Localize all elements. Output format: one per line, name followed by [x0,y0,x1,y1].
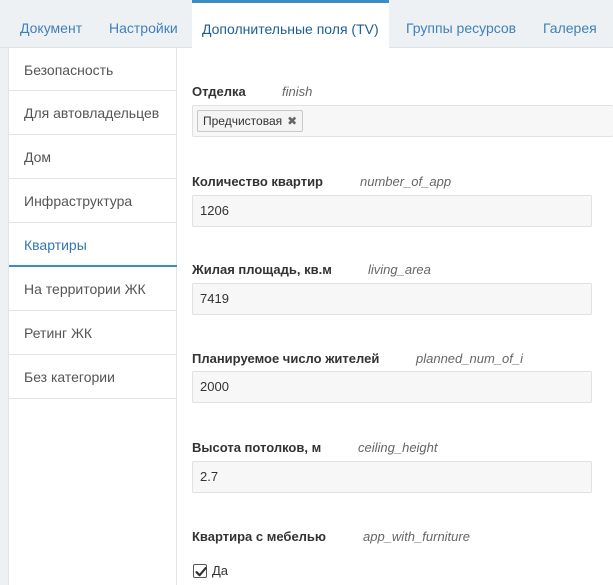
field-label-number-of-app: Количество квартир [192,174,324,189]
category-tab-house[interactable]: Дом [9,135,177,179]
category-tab-apartments[interactable]: Квартиры [9,223,177,267]
ceiling-height-input[interactable]: 2.7 [192,461,592,493]
field-label-planned-num: Планируемое число жителей [192,351,380,366]
field-key-ceiling-height: ceiling_height [358,440,438,455]
category-tab-territory[interactable]: На территории ЖК [9,267,177,311]
finish-tag-label: Предчистовая [203,114,283,128]
living-area-input[interactable]: 7419 [192,283,592,315]
left-gutter [0,48,8,585]
category-tab-security[interactable]: Безопасность [9,48,177,91]
planned-num-input[interactable]: 2000 [192,371,592,403]
number-of-app-input[interactable]: 1206 [192,195,592,227]
remove-tag-icon[interactable]: ✖ [287,111,297,131]
tab-resource-groups[interactable]: Группы ресурсов [406,0,516,48]
category-tab-infrastructure[interactable]: Инфраструктура [9,179,177,223]
finish-tag: Предчистовая ✖ [197,110,304,132]
category-tab-uncategorized[interactable]: Без категории [9,355,177,399]
tab-document[interactable]: Документ [20,0,82,48]
field-key-finish: finish [282,84,313,99]
field-key-furniture: app_with_furniture [363,529,470,544]
category-tab-car-owners[interactable]: Для автовладельцев [9,91,177,135]
tab-settings[interactable]: Настройки [109,0,178,48]
field-label-living-area: Жилая площадь, кв.м [192,262,332,277]
furniture-option-label: Да [212,563,229,578]
category-tabs: Безопасность Для автовладельцев Дом Инфр… [8,48,177,585]
furniture-checkbox[interactable] [193,564,207,578]
field-label-furniture: Квартира с мебелью [192,529,327,544]
checkmark-icon [195,567,207,577]
field-label-finish: Отделка [192,84,246,99]
tab-gallery[interactable]: Галерея [543,0,597,48]
field-key-planned-num: planned_num_of_i [416,351,523,366]
category-tab-rating[interactable]: Ретинг ЖК [9,311,177,355]
tab-template-variables[interactable]: Дополнительные поля (TV) [192,0,389,49]
tab-bar: Документ Настройки Дополнительные поля (… [0,0,613,49]
field-key-number-of-app: number_of_app [360,174,452,189]
field-key-living-area: living_area [368,262,431,277]
field-label-ceiling-height: Высота потолков, м [192,440,322,455]
